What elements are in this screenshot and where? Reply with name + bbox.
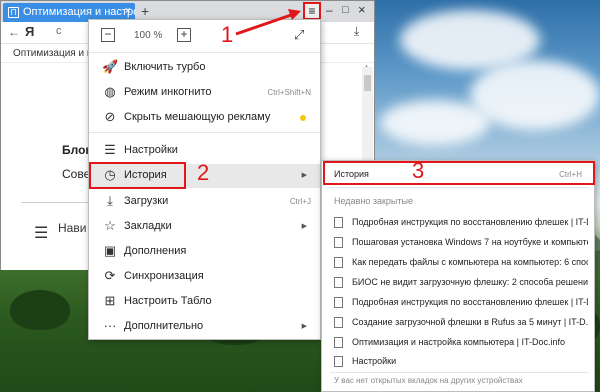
- shortcut-hint: Ctrl+Shift+N: [267, 88, 311, 97]
- menu-item-label: Загрузки: [124, 195, 169, 207]
- new-tab-button[interactable]: +: [141, 3, 149, 19]
- more-icon: ···: [103, 318, 117, 333]
- incognito-icon: ◍: [104, 84, 116, 99]
- close-tab-icon[interactable]: ×: [125, 5, 131, 17]
- divider: [21, 202, 91, 203]
- zoom-level: 100 %: [134, 30, 163, 41]
- page-icon: [334, 356, 343, 367]
- history-entry[interactable]: Пошаговая установка Windows 7 на ноутбук…: [322, 233, 594, 252]
- chevron-right-icon: ▶: [301, 323, 307, 330]
- menu-item-label: Настройки: [124, 144, 178, 156]
- page-icon: [334, 217, 343, 228]
- history-entry-label: БИОС не видит загрузочную флешку: 2 спос…: [352, 277, 588, 287]
- history-entry[interactable]: Создание загрузочной флешки в Rufus за 5…: [322, 313, 594, 332]
- page-subtext: Сове: [62, 167, 91, 181]
- step-1-label: 1: [221, 22, 234, 47]
- fullscreen-icon[interactable]: ⤢: [294, 27, 304, 43]
- status-dot: [300, 115, 306, 121]
- menu-separator: [89, 132, 320, 133]
- bookmark-item[interactable]: Оптимизация и на: [13, 48, 98, 59]
- menu-item-label: Закладки: [124, 220, 172, 232]
- menu-item-sync[interactable]: ⟳ Синхронизация: [89, 265, 320, 289]
- recently-closed-label: Недавно закрытые: [334, 196, 413, 206]
- page-nav-text[interactable]: Нави: [58, 221, 86, 235]
- close-window-button[interactable]: ×: [358, 2, 366, 17]
- menu-item-more[interactable]: ··· Дополнительно ▶: [89, 315, 320, 339]
- page-icon: [334, 317, 343, 328]
- history-entry[interactable]: БИОС не видит загрузочную флешку: 2 спос…: [322, 273, 594, 292]
- submenu-separator: [330, 187, 588, 188]
- scroll-thumb[interactable]: [364, 75, 371, 91]
- menu-item-addons[interactable]: ▣ Дополнения: [89, 240, 320, 264]
- favicon-icon: П: [8, 7, 19, 18]
- history-item-highlight: [323, 161, 595, 185]
- history-entry[interactable]: Настройки: [322, 352, 594, 371]
- history-entry[interactable]: Как передать файлы с компьютера на компь…: [322, 253, 594, 272]
- zoom-out-button[interactable]: −: [101, 28, 115, 42]
- zoom-in-button[interactable]: +: [177, 28, 191, 42]
- yandex-logo[interactable]: Я: [25, 24, 34, 39]
- rocket-icon: 🚀: [102, 59, 119, 74]
- star-icon: ☆: [104, 218, 116, 233]
- history-entry[interactable]: Подробная инструкция по восстановлению ф…: [322, 293, 594, 312]
- history-entry[interactable]: Оптимизация и настройка компьютера | IT-…: [322, 333, 594, 352]
- submenu-separator: [330, 372, 588, 373]
- menu-item-incognito[interactable]: ◍ Режим инкогнито Ctrl+Shift+N: [89, 81, 320, 105]
- step-2-label: 2: [197, 160, 210, 185]
- menu-item-turbo[interactable]: 🚀 Включить турбо: [89, 56, 320, 80]
- page-icon: [334, 257, 343, 268]
- minimize-button[interactable]: ‒: [326, 3, 333, 17]
- menu-button[interactable]: ≡: [303, 2, 321, 20]
- tree: [10, 290, 70, 330]
- page-icon: [334, 337, 343, 348]
- chevron-right-icon: ▶: [301, 172, 307, 179]
- page-icon: [334, 277, 343, 288]
- page-hamburger-icon[interactable]: ☰: [34, 223, 48, 243]
- other-devices-note: У вас нет открытых вкладок на других уст…: [334, 376, 523, 385]
- maximize-button[interactable]: □: [342, 4, 349, 16]
- shortcut-hint: Ctrl+J: [289, 197, 311, 206]
- menu-item-label: Синхронизация: [124, 270, 204, 282]
- menu-item-tableau[interactable]: ⊞ Настроить Табло: [89, 290, 320, 314]
- history-highlight: [89, 162, 186, 189]
- menu-item-label: Дополнения: [124, 245, 187, 257]
- menu-item-label: Режим инкогнито: [124, 86, 212, 98]
- menu-item-label: Скрыть мешающую рекламу: [124, 111, 271, 123]
- menu-item-downloads[interactable]: ⤓ Загрузки Ctrl+J: [89, 190, 320, 214]
- history-entry-label: Настройки: [352, 356, 397, 366]
- recently-closed-header: Недавно закрытые: [322, 191, 594, 210]
- chevron-right-icon: ▶: [301, 223, 307, 230]
- menu-item-block-ads[interactable]: ⊘ Скрыть мешающую рекламу: [89, 106, 320, 130]
- reload-icon[interactable]: c: [56, 25, 62, 37]
- history-entry-label: Подробная инструкция по восстановлению ф…: [352, 297, 588, 307]
- downloads-icon[interactable]: ⤓: [354, 24, 359, 39]
- back-icon[interactable]: ←: [8, 25, 20, 39]
- addons-icon: ▣: [103, 243, 117, 258]
- history-submenu: История Ctrl+H Недавно закрытые Подробна…: [321, 160, 595, 392]
- history-entry[interactable]: Подробная инструкция по восстановлению ф…: [322, 213, 594, 232]
- settings-icon: ☰: [104, 142, 116, 157]
- page-heading: Блог: [62, 143, 91, 157]
- download-icon: ⤓: [107, 193, 113, 208]
- history-entry-label: Подробная инструкция по восстановлению ф…: [352, 217, 588, 227]
- menu-item-label: Настроить Табло: [124, 295, 212, 307]
- sync-icon: ⟳: [104, 268, 116, 283]
- history-entry-label: Пошаговая установка Windows 7 на ноутбук…: [352, 237, 588, 247]
- page-icon: [334, 297, 343, 308]
- menu-item-label: Включить турбо: [124, 61, 206, 73]
- step-3-label: 3: [412, 158, 425, 183]
- page-icon: [334, 237, 343, 248]
- menu-item-bookmarks[interactable]: ☆ Закладки ▶: [89, 215, 320, 239]
- tableau-icon: ⊞: [104, 293, 116, 308]
- block-icon: ⊘: [104, 109, 116, 124]
- zoom-row: − 100 % + ⤢: [89, 20, 320, 53]
- tab-title: Оптимизация и настройк: [23, 6, 135, 18]
- history-entry-label: Оптимизация и настройка компьютера | IT-…: [352, 337, 565, 347]
- menu-item-label: Дополнительно: [124, 320, 204, 332]
- history-entry-label: Как передать файлы с компьютера на компь…: [352, 257, 588, 267]
- history-entry-label: Создание загрузочной флешки в Rufus за 5…: [352, 317, 588, 327]
